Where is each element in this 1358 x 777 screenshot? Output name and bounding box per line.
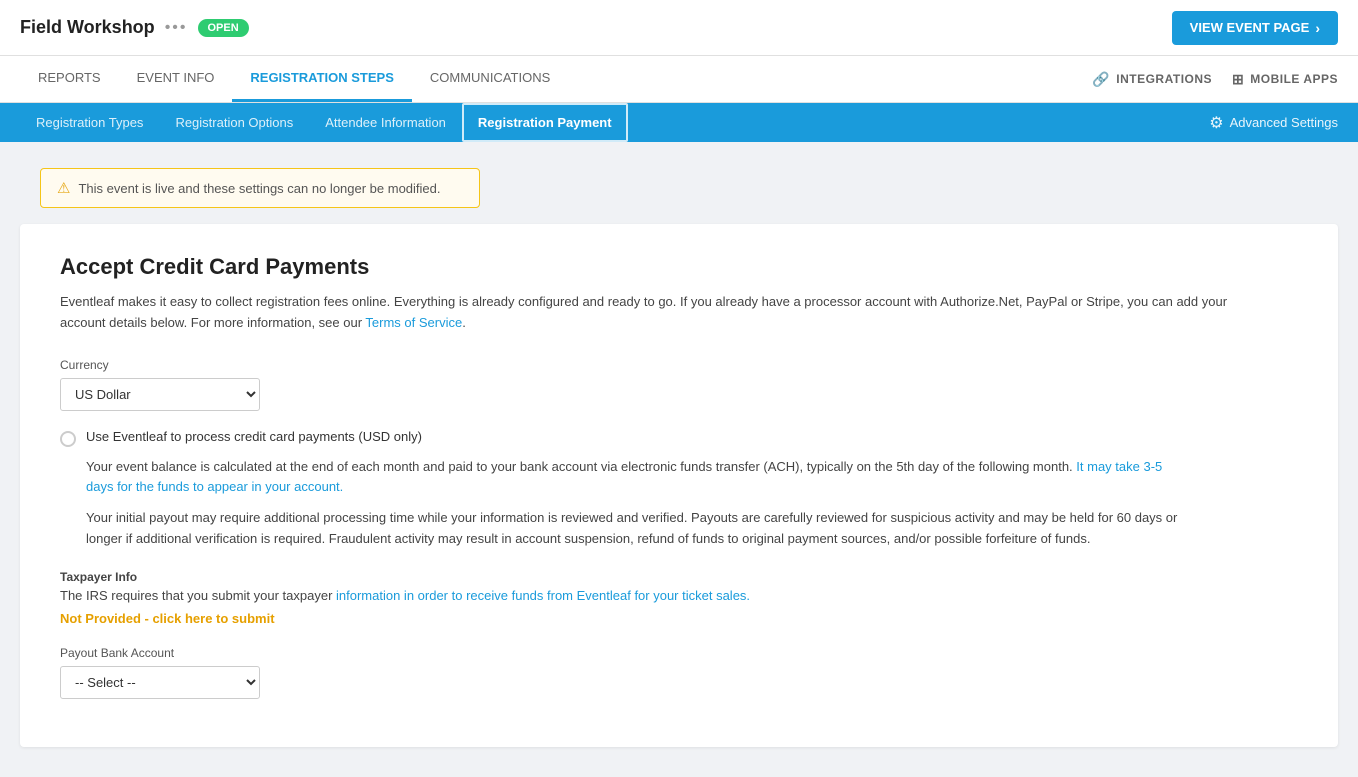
payout-group: Payout Bank Account -- Select --	[60, 646, 1298, 699]
top-bar: Field Workshop ••• OPEN VIEW EVENT PAGE …	[0, 0, 1358, 56]
warning-icon: ⚠	[57, 179, 70, 197]
sub-nav-registration-types[interactable]: Registration Types	[20, 103, 159, 142]
link-icon: 🔗	[1092, 71, 1110, 88]
sub-nav: Registration Types Registration Options …	[0, 103, 1358, 142]
arrow-icon: ›	[1315, 20, 1320, 36]
alert-text: This event is live and these settings ca…	[78, 181, 440, 196]
nav-item-registration-steps[interactable]: REGISTRATION STEPS	[232, 56, 412, 102]
terms-of-service-link[interactable]: Terms of Service	[365, 315, 462, 330]
alert-banner: ⚠ This event is live and these settings …	[40, 168, 480, 208]
currency-label: Currency	[60, 358, 1298, 372]
nav-item-event-info[interactable]: EVENT INFO	[119, 56, 233, 102]
integrations-nav[interactable]: 🔗 INTEGRATIONS	[1092, 71, 1212, 88]
gear-icon: ⚙	[1209, 113, 1223, 133]
content-area: ⚠ This event is live and these settings …	[0, 142, 1358, 777]
payout-label: Payout Bank Account	[60, 646, 1298, 660]
radio-label: Use Eventleaf to process credit card pay…	[86, 429, 422, 444]
not-provided-link[interactable]: Not Provided - click here to submit	[60, 611, 275, 626]
currency-select[interactable]: US Dollar	[60, 378, 260, 411]
app-title: Field Workshop	[20, 17, 155, 38]
main-nav-left: REPORTS EVENT INFO REGISTRATION STEPS CO…	[20, 56, 568, 102]
sub-nav-left: Registration Types Registration Options …	[20, 103, 628, 142]
taxpayer-group: Taxpayer Info The IRS requires that you …	[60, 570, 1298, 626]
card-title: Accept Credit Card Payments	[60, 254, 1298, 280]
more-options-icon[interactable]: •••	[165, 19, 188, 37]
use-eventleaf-radio[interactable]: Use Eventleaf to process credit card pay…	[60, 429, 1298, 447]
payout-select[interactable]: -- Select --	[60, 666, 260, 699]
main-nav-right: 🔗 INTEGRATIONS ⊞ MOBILE APPS	[1092, 71, 1338, 88]
status-badge: OPEN	[198, 19, 249, 37]
mobile-apps-nav[interactable]: ⊞ MOBILE APPS	[1232, 71, 1338, 88]
card-description: Eventleaf makes it easy to collect regis…	[60, 292, 1260, 334]
sub-nav-registration-options[interactable]: Registration Options	[159, 103, 309, 142]
radio-button[interactable]	[60, 431, 76, 447]
main-nav: REPORTS EVENT INFO REGISTRATION STEPS CO…	[0, 56, 1358, 103]
payment-card: Accept Credit Card Payments Eventleaf ma…	[20, 224, 1338, 747]
taxpayer-label: Taxpayer Info	[60, 570, 1298, 584]
view-event-label: VIEW EVENT PAGE	[1190, 20, 1310, 35]
sub-nav-attendee-information[interactable]: Attendee Information	[309, 103, 462, 142]
advanced-settings-nav[interactable]: ⚙ Advanced Settings	[1209, 113, 1338, 133]
sub-nav-registration-payment[interactable]: Registration Payment	[462, 103, 628, 142]
nav-item-communications[interactable]: COMMUNICATIONS	[412, 56, 568, 102]
taxpayer-desc: The IRS requires that you submit your ta…	[60, 588, 760, 603]
currency-group: Currency US Dollar	[60, 358, 1298, 411]
info-text-1: Your event balance is calculated at the …	[86, 457, 1186, 499]
view-event-button[interactable]: VIEW EVENT PAGE ›	[1172, 11, 1338, 45]
grid-icon: ⊞	[1232, 71, 1244, 88]
info-text-2: Your initial payout may require addition…	[86, 508, 1186, 550]
nav-item-reports[interactable]: REPORTS	[20, 56, 119, 102]
top-bar-left: Field Workshop ••• OPEN	[20, 17, 249, 38]
